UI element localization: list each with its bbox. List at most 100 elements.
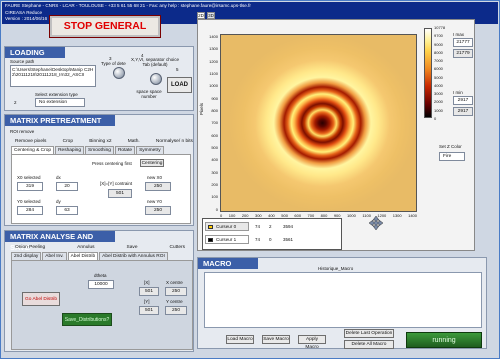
source-path-input[interactable]: C:\Users\Stephane\Desktop\Manip C2H2\201… <box>10 65 96 87</box>
apply-macro-button[interactable]: Apply Macro <box>298 335 326 350</box>
historique-label: Historique_Macro <box>318 266 354 271</box>
matrix-pretreatment-panel: MATRIX PRETREATMENT ROI remove Remove pi… <box>4 114 194 226</box>
color-scale-tick: 8000 <box>434 49 443 55</box>
y-axis-ticks: 1400 1300 1200 1100 1000 900 800 700 600 500 400 30… <box>198 34 219 212</box>
tab-remove-pixels[interactable]: Remove pixels <box>15 139 46 144</box>
new-x0-label: new X0 <box>147 175 163 180</box>
color-scale-tick: 7000 <box>434 58 443 64</box>
dy-label: dy <box>56 199 61 204</box>
type-detie-knob[interactable] <box>113 67 125 79</box>
cursor-0-value: 3594 <box>283 224 294 229</box>
dy-field[interactable]: 63 <box>56 206 78 215</box>
tab-reshaping[interactable]: Reshaping <box>55 146 84 154</box>
tab-save[interactable]: Save <box>127 245 138 250</box>
press-centering-label: Press centering first <box>92 161 132 166</box>
y-axis-tick: 300 <box>211 169 218 175</box>
load-button[interactable]: LOAD <box>167 77 192 93</box>
z-color-select[interactable]: Fire <box>439 152 465 161</box>
y-axis-tick: 800 <box>211 108 218 114</box>
y-axis-tick: 200 <box>211 182 218 188</box>
running-indicator: running <box>406 332 482 348</box>
tab-cutters[interactable]: Cutters <box>170 245 185 250</box>
dtheta-field[interactable]: 10000 <box>88 280 114 289</box>
type-detie-label: Type of dete <box>101 61 126 66</box>
color-scale-tick: 2000 <box>434 99 443 105</box>
x0-field[interactable]: 319 <box>17 182 43 191</box>
matrix-analyse-title: MATRIX ANALYSE AND SAVE <box>5 231 115 252</box>
header-app: CIREASA Reduce <box>5 10 43 15</box>
pan-move-icon[interactable] <box>368 215 384 231</box>
tab-normalyse[interactable]: Normalyse/ n bits <box>156 139 193 144</box>
tab-smoothing[interactable]: Smoothing <box>85 146 114 154</box>
color-scale-tick: 9700 <box>434 33 443 39</box>
save-macro-button[interactable]: Save Macro <box>262 335 290 344</box>
y0-field[interactable]: 284 <box>17 206 43 215</box>
new-y0-field: 250 <box>145 206 171 215</box>
loading-panel: LOADING Source path C:\Users\Stephane\De… <box>4 46 194 111</box>
tab-abel-distrib-annulus[interactable]: Abel Distrib with Annulus ROI <box>99 252 168 260</box>
color-scale-tick: 9000 <box>434 41 443 47</box>
cursor-1-row[interactable]: Curseur 1 <box>205 235 249 244</box>
x0-label: X0 selected <box>17 175 41 180</box>
separator-knob[interactable] <box>150 73 162 85</box>
imin-field[interactable]: 2917 <box>453 96 473 105</box>
y0-label: Y0 selected <box>17 199 41 204</box>
y-axis-tick: 1000 <box>209 83 218 89</box>
dx-field[interactable]: 20 <box>56 182 78 191</box>
color-scale-tick: 4000 <box>434 82 443 88</box>
x-axis-tick: 1300 <box>392 213 402 218</box>
analyse-tabs-row2: 2nd display Abel Inv. Abel Distrib Abel … <box>11 252 193 260</box>
tab-binning[interactable]: Binning x2 <box>89 139 111 144</box>
cursor-0-row[interactable]: Curseur 0 <box>205 222 249 231</box>
load-macro-button[interactable]: Load Macro <box>226 335 254 344</box>
color-scale-bar[interactable] <box>424 28 432 118</box>
tab-annulus[interactable]: Annulus <box>77 245 94 250</box>
y-axis-tick: 600 <box>211 132 218 138</box>
stop-general-button[interactable]: STOP GENERAL <box>49 15 161 38</box>
extension-select[interactable]: No extension <box>35 98 85 107</box>
imax-field[interactable]: 21777 <box>453 38 473 47</box>
y-axis-tick: 1200 <box>209 58 218 64</box>
save-distributions-button[interactable]: Save_Distributions? <box>62 313 112 326</box>
color-scale-tick: 10778 <box>434 25 446 30</box>
macro-history-list[interactable] <box>204 272 482 328</box>
tab-abel-inv[interactable]: Abel Inv. <box>42 252 67 260</box>
cursor-1-y: 0 <box>269 237 272 242</box>
y-axis-tick: 700 <box>211 120 218 126</box>
imax-label: I max <box>453 32 465 37</box>
tab-onion-peeling[interactable]: Onion Peeling <box>15 245 45 250</box>
cursor-1-swatch <box>208 238 213 242</box>
centering-button[interactable]: Centering <box>140 159 164 167</box>
tab-symmetry[interactable]: Symmetry <box>136 146 164 154</box>
velocity-map-image[interactable] <box>220 34 417 212</box>
y-axis-tick: 500 <box>211 145 218 151</box>
tab-centering-crop[interactable]: Centering & Crop <box>11 146 55 154</box>
analyse-tabs-row1: Onion Peeling Annulus Save Cutters <box>15 245 185 250</box>
imax-readout: 21779 <box>453 49 473 58</box>
go-abel-distrib-button[interactable]: Go Abel Distrib <box>22 292 60 306</box>
delete-all-macro-button[interactable]: Delete All Macro <box>344 340 394 349</box>
header-version: Version : 2014/06/16 <box>5 16 48 21</box>
x-axis-tick: 1400 <box>408 213 417 218</box>
y-axis-label: Pixels <box>199 102 204 115</box>
tab-abel-distrib[interactable]: Abel Distrib <box>67 252 99 260</box>
tab-crop[interactable]: Crop <box>63 139 73 144</box>
app-window: FAURE Stephane - CNRS - LCAR - TOULOUSE … <box>0 0 500 359</box>
tab-math[interactable]: Math. <box>128 139 140 144</box>
y-label: [Y] <box>144 299 150 304</box>
image-viewer: 1400 1300 1200 1100 1000 900 800 700 600 500 400 30… <box>197 19 475 251</box>
matrix-analyse-panel: MATRIX ANALYSE AND SAVE Onion Peeling An… <box>4 230 194 352</box>
source-path-label: Source path <box>10 59 35 64</box>
header-author: FAURE Stephane - CNRS - LCAR - TOULOUSE … <box>5 3 251 8</box>
x-label: [X] <box>144 280 150 285</box>
delete-last-operation-button[interactable]: Delete Last Operation <box>344 329 394 338</box>
color-scale-tick: 0 <box>434 115 437 121</box>
tab-3d[interactable]: 3D <box>207 12 215 19</box>
tab-2nd-display[interactable]: 2nd display <box>11 252 42 260</box>
cursor-1-x: 74 <box>255 237 261 242</box>
macro-panel: MACRO Historique_Macro Load Macro Save M… <box>197 257 487 350</box>
macro-title: MACRO <box>198 258 258 269</box>
tab-rotate[interactable]: Rotate <box>114 146 136 154</box>
pretreat-tabs-row2: Centering & Crop Reshaping Smoothing Rot… <box>11 146 191 154</box>
tab-2d[interactable]: 2D <box>197 12 205 19</box>
